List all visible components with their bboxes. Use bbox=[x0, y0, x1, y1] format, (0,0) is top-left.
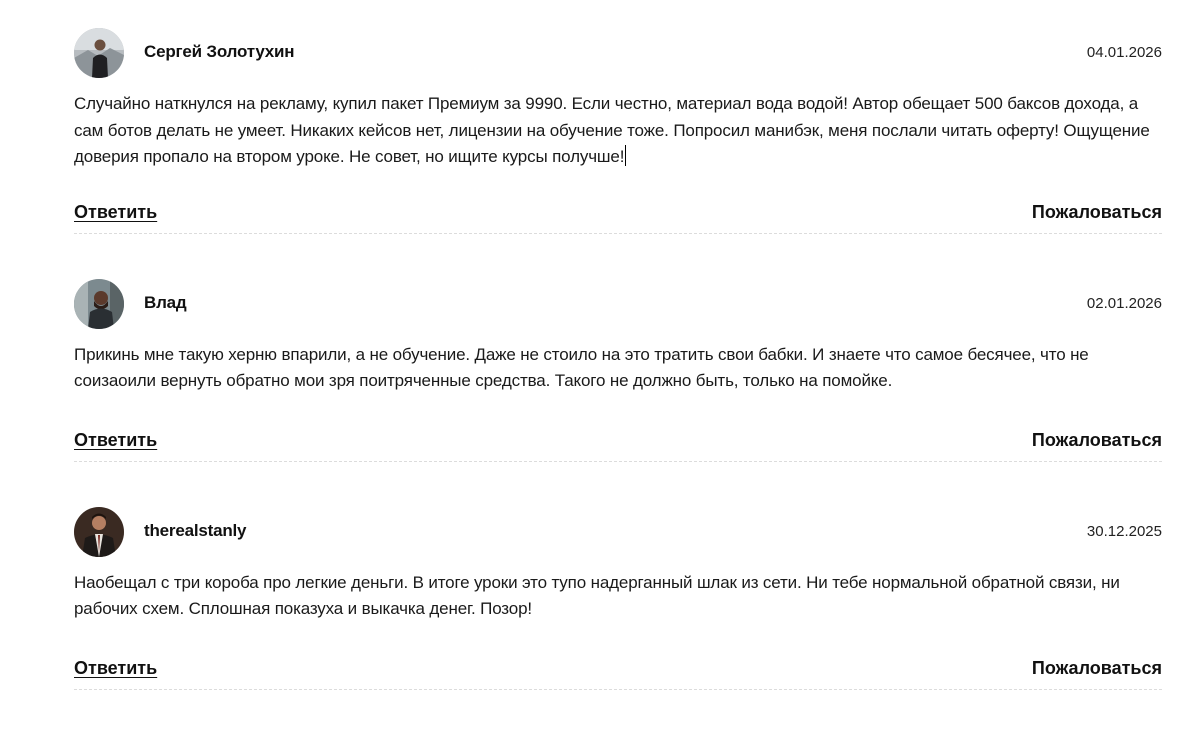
report-link[interactable]: Пожаловаться bbox=[1032, 202, 1162, 223]
comment-actions: Ответить Пожаловаться bbox=[74, 430, 1162, 452]
avatar[interactable] bbox=[74, 278, 124, 329]
comment-date: 04.01.2026 bbox=[1086, 44, 1162, 61]
comment-item: Влад 02.01.2026 Прикинь мне такую херню … bbox=[74, 278, 1162, 462]
comment-header: Сергей Золотухин 04.01.2026 bbox=[74, 28, 1162, 78]
comment-author: Сергей Золотухин bbox=[144, 42, 295, 61]
comment-item: therealstanly 30.12.2025 Наобещал с три … bbox=[74, 506, 1162, 690]
report-link[interactable]: Пожаловаться bbox=[1032, 430, 1162, 451]
comment-text: Прикинь мне такую херню впарили, а не об… bbox=[74, 344, 1089, 391]
comment-text: Случайно наткнулся на рекламу, купил пак… bbox=[74, 91, 1162, 171]
comment-text: Наобещал с три короба про легкие деньги.… bbox=[74, 572, 1120, 619]
text-caret bbox=[625, 145, 627, 166]
comment-actions: Ответить Пожаловаться bbox=[74, 202, 1162, 224]
comment-header: therealstanly 30.12.2025 bbox=[74, 506, 1162, 557]
reply-link[interactable]: Ответить bbox=[74, 658, 157, 679]
comment-actions: Ответить Пожаловаться bbox=[74, 658, 1162, 680]
comment-author: therealstanly bbox=[144, 520, 247, 540]
comment-divider bbox=[74, 232, 1162, 234]
report-link[interactable]: Пожаловаться bbox=[1032, 658, 1162, 679]
comment-divider bbox=[74, 688, 1162, 690]
avatar[interactable] bbox=[74, 28, 124, 78]
avatar[interactable] bbox=[74, 506, 124, 557]
reply-link[interactable]: Ответить bbox=[74, 430, 157, 451]
comment-date: 30.12.2025 bbox=[1086, 522, 1162, 540]
comment-body: Случайно наткнулся на рекламу, купил пак… bbox=[74, 94, 1150, 166]
comments-list: Сергей Золотухин 04.01.2026 Случайно нат… bbox=[74, 28, 1162, 690]
comment-item: Сергей Золотухин 04.01.2026 Случайно нат… bbox=[74, 28, 1162, 234]
comment-divider bbox=[74, 460, 1162, 462]
comment-author: Влад bbox=[144, 292, 187, 312]
comment-header: Влад 02.01.2026 bbox=[74, 278, 1162, 329]
reply-link[interactable]: Ответить bbox=[74, 202, 157, 223]
comment-date: 02.01.2026 bbox=[1086, 294, 1162, 312]
